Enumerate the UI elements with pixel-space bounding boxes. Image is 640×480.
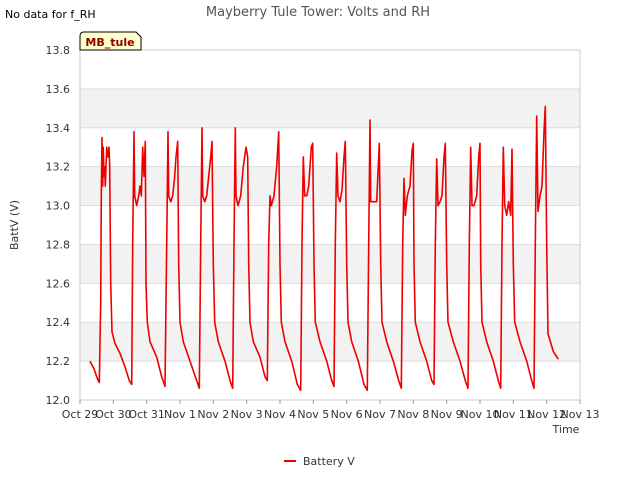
y-tick-label: 13.2 (46, 161, 71, 174)
y-tick-label: 13.6 (46, 83, 71, 96)
x-tick-label: Nov 1 (164, 408, 196, 421)
x-tick-label: Nov 8 (397, 408, 429, 421)
no-data-note: No data for f_RH (5, 8, 96, 21)
x-tick-label: Nov 9 (431, 408, 463, 421)
legend: Battery V (284, 455, 355, 468)
x-axis-ticks: Oct 29Oct 30Oct 31 Nov 1 Nov 2 Nov 3 Nov 4 No… (62, 400, 600, 421)
x-tick-label: Nov 3 (231, 408, 263, 421)
x-tick-label: Nov 7 (364, 408, 396, 421)
band (80, 88, 580, 128)
x-tick-label: Nov 13 (561, 408, 600, 421)
y-axis-label: BattV (V) (8, 200, 21, 250)
y-tick-label: 12.8 (46, 238, 71, 251)
x-tick-label: Oct 30 (95, 408, 132, 421)
y-tick-label: 12.4 (46, 316, 71, 329)
band (80, 244, 580, 284)
x-tick-label: Oct 31 (128, 408, 165, 421)
y-tick-label: 12.0 (46, 394, 71, 407)
x-tick-label: Nov 2 (197, 408, 229, 421)
chart-title: Mayberry Tule Tower: Volts and RH (206, 5, 430, 20)
background-bands (80, 88, 580, 362)
legend-label-battery-v: Battery V (303, 455, 355, 468)
site-tag-label: MB_tule (85, 36, 134, 49)
x-tick-label: Nov 5 (297, 408, 329, 421)
y-tick-label: 12.6 (46, 277, 71, 290)
y-tick-label: 13.0 (46, 200, 71, 213)
x-tick-label: Nov 4 (264, 408, 296, 421)
y-tick-label: 12.2 (46, 355, 71, 368)
x-tick-label: Oct 29 (62, 408, 99, 421)
y-tick-label: 13.4 (46, 122, 71, 135)
site-tag: MB_tule (79, 31, 142, 51)
x-tick-label: Nov 6 (331, 408, 363, 421)
y-axis-ticks: 12.0 12.2 12.4 12.6 12.8 13.0 13.2 13.4 13.6 13.8 (46, 44, 71, 407)
y-tick-label: 13.8 (46, 44, 71, 57)
chart-root: No data for f_RH Mayberry Tule Tower: Vo… (5, 5, 600, 468)
x-axis-label: Time (552, 423, 580, 436)
